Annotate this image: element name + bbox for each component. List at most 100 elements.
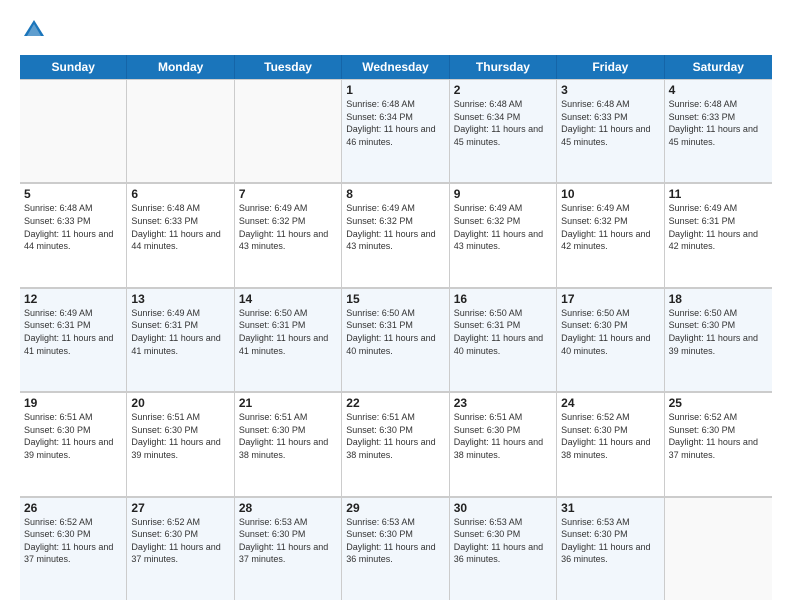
day-number: 28 — [239, 501, 337, 515]
calendar-week-4: 19Sunrise: 6:51 AMSunset: 6:30 PMDayligh… — [20, 392, 772, 496]
day-number: 29 — [346, 501, 444, 515]
day-info: Sunrise: 6:52 AMSunset: 6:30 PMDaylight:… — [24, 516, 122, 566]
day-cell-30: 30Sunrise: 6:53 AMSunset: 6:30 PMDayligh… — [450, 497, 557, 600]
day-number: 10 — [561, 187, 659, 201]
day-info: Sunrise: 6:52 AMSunset: 6:30 PMDaylight:… — [561, 411, 659, 461]
day-info: Sunrise: 6:52 AMSunset: 6:30 PMDaylight:… — [131, 516, 229, 566]
day-number: 6 — [131, 187, 229, 201]
day-number: 13 — [131, 292, 229, 306]
day-number: 3 — [561, 83, 659, 97]
day-info: Sunrise: 6:49 AMSunset: 6:32 PMDaylight:… — [561, 202, 659, 252]
day-cell-8: 8Sunrise: 6:49 AMSunset: 6:32 PMDaylight… — [342, 183, 449, 286]
day-cell-15: 15Sunrise: 6:50 AMSunset: 6:31 PMDayligh… — [342, 288, 449, 391]
day-info: Sunrise: 6:48 AMSunset: 6:33 PMDaylight:… — [669, 98, 768, 148]
page: SundayMondayTuesdayWednesdayThursdayFrid… — [0, 0, 792, 612]
day-cell-5: 5Sunrise: 6:48 AMSunset: 6:33 PMDaylight… — [20, 183, 127, 286]
day-number: 8 — [346, 187, 444, 201]
header-day-thursday: Thursday — [450, 55, 557, 79]
day-info: Sunrise: 6:51 AMSunset: 6:30 PMDaylight:… — [346, 411, 444, 461]
day-number: 5 — [24, 187, 122, 201]
day-number: 21 — [239, 396, 337, 410]
day-cell-23: 23Sunrise: 6:51 AMSunset: 6:30 PMDayligh… — [450, 392, 557, 495]
day-cell-21: 21Sunrise: 6:51 AMSunset: 6:30 PMDayligh… — [235, 392, 342, 495]
day-number: 25 — [669, 396, 768, 410]
day-number: 18 — [669, 292, 768, 306]
day-info: Sunrise: 6:50 AMSunset: 6:30 PMDaylight:… — [561, 307, 659, 357]
day-info: Sunrise: 6:50 AMSunset: 6:31 PMDaylight:… — [454, 307, 552, 357]
day-info: Sunrise: 6:50 AMSunset: 6:31 PMDaylight:… — [346, 307, 444, 357]
calendar-week-2: 5Sunrise: 6:48 AMSunset: 6:33 PMDaylight… — [20, 183, 772, 287]
day-number: 9 — [454, 187, 552, 201]
day-cell-12: 12Sunrise: 6:49 AMSunset: 6:31 PMDayligh… — [20, 288, 127, 391]
day-info: Sunrise: 6:49 AMSunset: 6:31 PMDaylight:… — [669, 202, 768, 252]
day-info: Sunrise: 6:48 AMSunset: 6:33 PMDaylight:… — [561, 98, 659, 148]
day-cell-19: 19Sunrise: 6:51 AMSunset: 6:30 PMDayligh… — [20, 392, 127, 495]
day-info: Sunrise: 6:48 AMSunset: 6:34 PMDaylight:… — [454, 98, 552, 148]
day-info: Sunrise: 6:49 AMSunset: 6:32 PMDaylight:… — [346, 202, 444, 252]
day-cell-27: 27Sunrise: 6:52 AMSunset: 6:30 PMDayligh… — [127, 497, 234, 600]
day-info: Sunrise: 6:49 AMSunset: 6:31 PMDaylight:… — [24, 307, 122, 357]
header — [20, 16, 772, 45]
day-number: 14 — [239, 292, 337, 306]
header-day-sunday: Sunday — [20, 55, 127, 79]
day-number: 17 — [561, 292, 659, 306]
day-cell-28: 28Sunrise: 6:53 AMSunset: 6:30 PMDayligh… — [235, 497, 342, 600]
calendar-week-3: 12Sunrise: 6:49 AMSunset: 6:31 PMDayligh… — [20, 288, 772, 392]
day-info: Sunrise: 6:48 AMSunset: 6:33 PMDaylight:… — [24, 202, 122, 252]
day-number: 31 — [561, 501, 659, 515]
day-number: 1 — [346, 83, 444, 97]
day-info: Sunrise: 6:53 AMSunset: 6:30 PMDaylight:… — [561, 516, 659, 566]
day-info: Sunrise: 6:48 AMSunset: 6:33 PMDaylight:… — [131, 202, 229, 252]
day-info: Sunrise: 6:51 AMSunset: 6:30 PMDaylight:… — [131, 411, 229, 461]
empty-cell — [235, 79, 342, 182]
day-cell-18: 18Sunrise: 6:50 AMSunset: 6:30 PMDayligh… — [665, 288, 772, 391]
day-number: 16 — [454, 292, 552, 306]
header-day-wednesday: Wednesday — [342, 55, 449, 79]
day-cell-20: 20Sunrise: 6:51 AMSunset: 6:30 PMDayligh… — [127, 392, 234, 495]
empty-cell — [665, 497, 772, 600]
header-day-monday: Monday — [127, 55, 234, 79]
day-number: 30 — [454, 501, 552, 515]
day-number: 7 — [239, 187, 337, 201]
day-cell-31: 31Sunrise: 6:53 AMSunset: 6:30 PMDayligh… — [557, 497, 664, 600]
day-info: Sunrise: 6:49 AMSunset: 6:32 PMDaylight:… — [454, 202, 552, 252]
day-cell-16: 16Sunrise: 6:50 AMSunset: 6:31 PMDayligh… — [450, 288, 557, 391]
empty-cell — [20, 79, 127, 182]
empty-cell — [127, 79, 234, 182]
day-number: 27 — [131, 501, 229, 515]
day-cell-14: 14Sunrise: 6:50 AMSunset: 6:31 PMDayligh… — [235, 288, 342, 391]
day-cell-11: 11Sunrise: 6:49 AMSunset: 6:31 PMDayligh… — [665, 183, 772, 286]
day-cell-17: 17Sunrise: 6:50 AMSunset: 6:30 PMDayligh… — [557, 288, 664, 391]
day-info: Sunrise: 6:51 AMSunset: 6:30 PMDaylight:… — [239, 411, 337, 461]
day-number: 11 — [669, 187, 768, 201]
day-number: 26 — [24, 501, 122, 515]
day-number: 2 — [454, 83, 552, 97]
header-day-friday: Friday — [557, 55, 664, 79]
calendar-week-1: 1Sunrise: 6:48 AMSunset: 6:34 PMDaylight… — [20, 79, 772, 183]
day-number: 12 — [24, 292, 122, 306]
day-number: 23 — [454, 396, 552, 410]
day-cell-25: 25Sunrise: 6:52 AMSunset: 6:30 PMDayligh… — [665, 392, 772, 495]
day-number: 22 — [346, 396, 444, 410]
day-info: Sunrise: 6:48 AMSunset: 6:34 PMDaylight:… — [346, 98, 444, 148]
calendar-header: SundayMondayTuesdayWednesdayThursdayFrid… — [20, 55, 772, 79]
day-info: Sunrise: 6:49 AMSunset: 6:32 PMDaylight:… — [239, 202, 337, 252]
day-cell-4: 4Sunrise: 6:48 AMSunset: 6:33 PMDaylight… — [665, 79, 772, 182]
calendar-week-5: 26Sunrise: 6:52 AMSunset: 6:30 PMDayligh… — [20, 497, 772, 600]
day-info: Sunrise: 6:53 AMSunset: 6:30 PMDaylight:… — [346, 516, 444, 566]
day-cell-3: 3Sunrise: 6:48 AMSunset: 6:33 PMDaylight… — [557, 79, 664, 182]
logo — [20, 16, 46, 45]
day-number: 4 — [669, 83, 768, 97]
day-cell-1: 1Sunrise: 6:48 AMSunset: 6:34 PMDaylight… — [342, 79, 449, 182]
day-cell-13: 13Sunrise: 6:49 AMSunset: 6:31 PMDayligh… — [127, 288, 234, 391]
day-cell-29: 29Sunrise: 6:53 AMSunset: 6:30 PMDayligh… — [342, 497, 449, 600]
day-cell-26: 26Sunrise: 6:52 AMSunset: 6:30 PMDayligh… — [20, 497, 127, 600]
calendar-body: 1Sunrise: 6:48 AMSunset: 6:34 PMDaylight… — [20, 79, 772, 600]
logo-icon — [22, 16, 46, 40]
day-info: Sunrise: 6:51 AMSunset: 6:30 PMDaylight:… — [24, 411, 122, 461]
header-day-saturday: Saturday — [665, 55, 772, 79]
day-info: Sunrise: 6:51 AMSunset: 6:30 PMDaylight:… — [454, 411, 552, 461]
header-day-tuesday: Tuesday — [235, 55, 342, 79]
day-number: 15 — [346, 292, 444, 306]
day-info: Sunrise: 6:52 AMSunset: 6:30 PMDaylight:… — [669, 411, 768, 461]
